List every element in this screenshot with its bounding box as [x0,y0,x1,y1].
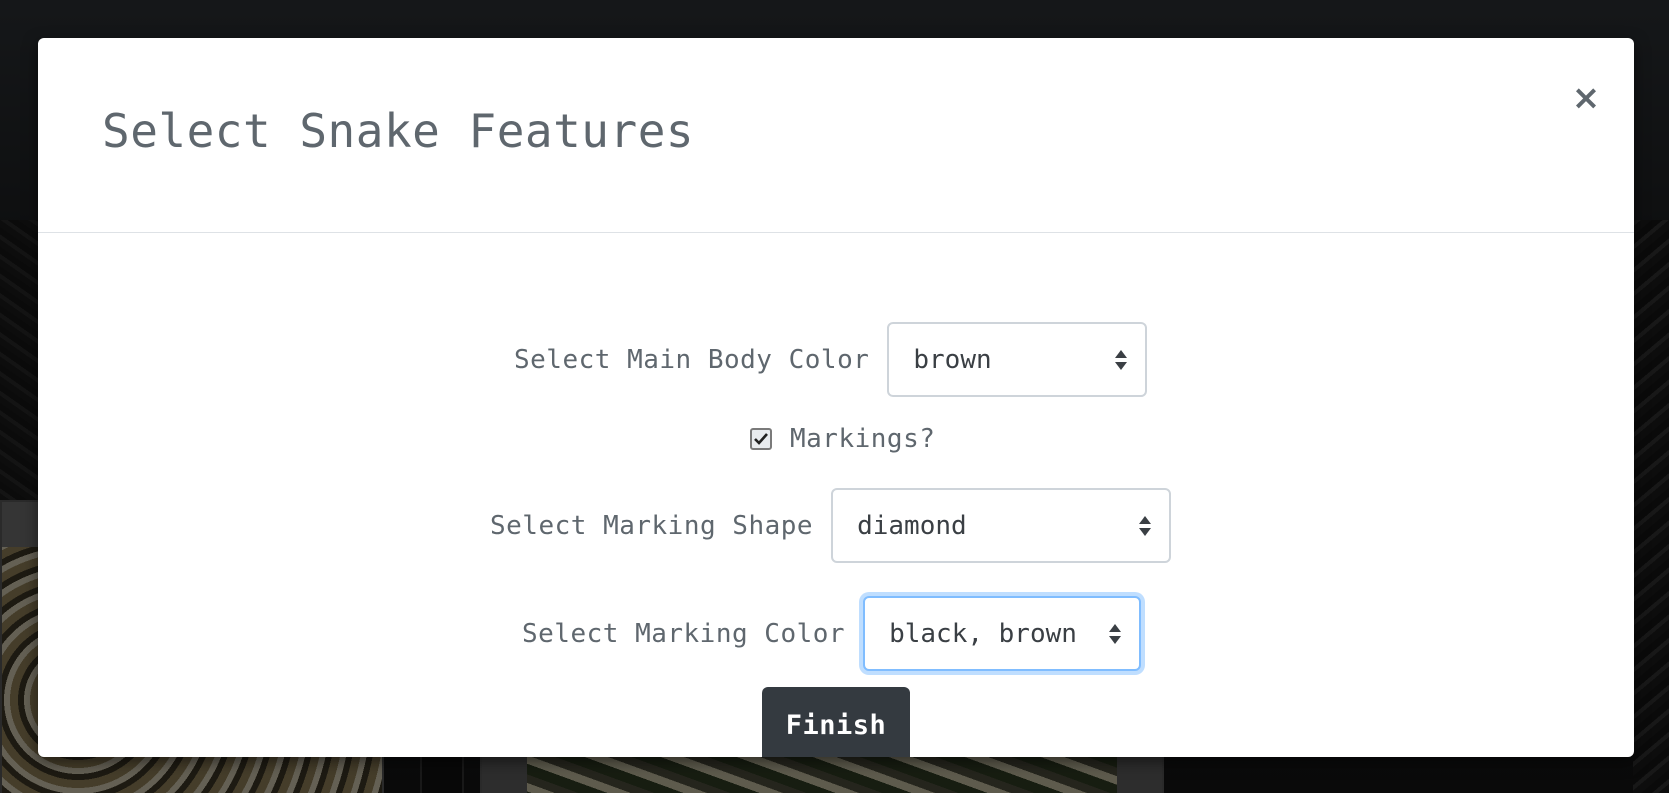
marking-color-value: black, brown [889,618,1077,649]
main-body-color-select[interactable]: brown [887,322,1148,397]
marking-color-row: Select Marking Color black, brown [522,596,1142,671]
marking-color-label: Select Marking Color [522,618,846,649]
main-body-color-value: brown [913,344,992,375]
markings-label: Markings? [790,424,936,454]
main-body-color-label: Select Main Body Color [514,344,870,375]
sort-arrows-icon [1139,515,1152,536]
modal-body: Select Main Body Color brown Markings? S… [38,234,1634,757]
modal-header: Select Snake Features × [38,38,1634,233]
markings-checkbox[interactable] [750,428,772,450]
marking-color-select[interactable]: black, brown [863,596,1142,671]
marking-shape-value: diamond [857,510,967,541]
marking-shape-label: Select Marking Shape [490,510,814,541]
sort-arrows-icon [1109,623,1122,644]
modal-title: Select Snake Features [102,104,695,158]
main-body-color-row: Select Main Body Color brown [514,322,1148,397]
close-icon: × [1571,78,1601,118]
finish-button[interactable]: Finish [762,687,910,757]
marking-shape-row: Select Marking Shape diamond [490,488,1172,563]
snake-features-modal: Select Snake Features × Select Main Body… [38,38,1634,757]
markings-row: Markings? [750,424,935,454]
close-button[interactable]: × [1566,78,1606,118]
marking-shape-select[interactable]: diamond [831,488,1172,563]
check-icon [754,433,768,445]
sort-arrows-icon [1115,349,1128,370]
